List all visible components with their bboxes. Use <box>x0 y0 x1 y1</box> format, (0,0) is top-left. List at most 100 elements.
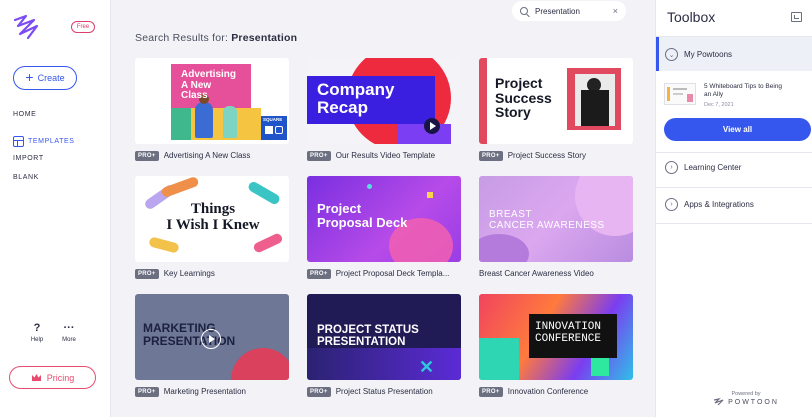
recent-powtoon-date: Dec 7, 2021 <box>704 101 734 108</box>
template-thumbnail[interactable]: Company Recap <box>307 58 461 144</box>
template-thumbnail[interactable]: Project Success Story <box>479 58 633 144</box>
powtoon-logo[interactable] <box>12 14 40 40</box>
thumb-text: I Wish I Knew <box>166 216 260 233</box>
apps-integrations-label: Apps & Integrations <box>684 200 754 209</box>
thumb-text: Class <box>181 90 208 101</box>
template-card[interactable]: Things I Wish I Knew PRO+ Key Learnings <box>135 176 289 279</box>
thumb-text: PRESENTATION <box>143 333 236 348</box>
template-thumbnail[interactable]: INNOVATION CONFERENCE <box>479 294 633 380</box>
template-title: Project Success Story <box>507 151 586 160</box>
template-title: Our Results Video Template <box>335 151 436 160</box>
templates-icon <box>13 136 24 147</box>
template-caption: Breast Cancer Awareness Video <box>479 268 633 279</box>
template-caption: PRO+ Marketing Presentation <box>135 386 289 397</box>
thumb-text: CANCER AWARENESS <box>489 219 605 231</box>
nav-home[interactable]: HOME <box>13 111 36 118</box>
template-caption: PRO+ Key Learnings <box>135 268 289 279</box>
pro-badge: PRO+ <box>307 268 331 279</box>
learning-center-label: Learning Center <box>684 163 742 172</box>
toolbox-panel: Toolbox ⌄ My Powtoons 5 Whiteboard Tips … <box>655 0 812 417</box>
template-caption: PRO+ Innovation Conference <box>479 386 633 397</box>
thumb-text: Story <box>495 104 531 121</box>
template-caption: PRO+ Our Results Video Template <box>307 150 461 161</box>
ellipsis-icon: ··· <box>63 322 75 334</box>
powered-by-label: Powered by <box>731 391 761 397</box>
learning-center-item[interactable]: › Learning Center <box>656 161 741 174</box>
results-heading: Search Results for: Presentation <box>135 32 297 44</box>
crown-icon <box>31 374 41 381</box>
divider <box>656 187 812 188</box>
pro-badge: PRO+ <box>135 386 159 397</box>
template-card[interactable]: Company Recap PRO+ Our Results Video Tem… <box>307 58 461 161</box>
pro-badge: PRO+ <box>135 268 159 279</box>
thumb-text: PROJECT STATUS <box>317 324 419 336</box>
thumb-text: Advertising <box>181 69 237 80</box>
template-card[interactable]: MARKETING PRESENTATION PRO+ Marketing Pr… <box>135 294 289 397</box>
thumb-text: Project <box>495 75 543 91</box>
pro-badge: PRO+ <box>135 150 159 161</box>
thumb-text: MARKETING <box>143 321 216 335</box>
search-input[interactable]: Presentation × <box>512 1 626 21</box>
powered-by-powtoon: Powered by POWTOON <box>706 391 786 406</box>
recent-powtoon-thumbnail[interactable] <box>664 83 696 105</box>
template-thumbnail[interactable]: Advertising A New Class SQUARE <box>135 58 289 144</box>
pro-badge: PRO+ <box>479 386 503 397</box>
template-caption: PRO+ Project Success Story <box>479 150 633 161</box>
main-content: Presentation × Search Results for: Prese… <box>111 0 655 417</box>
template-title: Marketing Presentation <box>163 387 246 396</box>
template-thumbnail[interactable]: Project Proposal Deck <box>307 176 461 262</box>
template-thumbnail[interactable]: ✕ PROJECT STATUS PRESENTATION <box>307 294 461 380</box>
search-value: Presentation <box>535 6 580 16</box>
create-label: Create <box>37 73 65 83</box>
thumb-text: INNOVATION <box>535 321 602 333</box>
nav-blank[interactable]: BLANK <box>13 174 39 181</box>
divider <box>656 152 812 153</box>
thumb-text: Recap <box>317 97 369 117</box>
divider <box>656 223 812 224</box>
template-thumbnail[interactable]: BREAST CANCER AWARENESS <box>479 176 633 262</box>
my-powtoons-header[interactable]: ⌄ My Powtoons <box>656 48 732 61</box>
thumb-text: Project <box>317 201 362 216</box>
pro-badge: PRO+ <box>307 386 331 397</box>
template-card[interactable]: Advertising A New Class SQUARE PRO+ Adve… <box>135 58 289 161</box>
view-all-button[interactable]: View all <box>664 118 811 141</box>
template-thumbnail[interactable]: MARKETING PRESENTATION <box>135 294 289 380</box>
template-card[interactable]: BREAST CANCER AWARENESS Breast Cancer Aw… <box>479 176 633 279</box>
pricing-button[interactable]: Pricing <box>9 366 96 389</box>
left-sidebar: Free + Create HOME TEMPLATES IMPORT BLAN… <box>0 0 111 417</box>
template-card[interactable]: Project Success Story PRO+ Project Succe… <box>479 58 633 161</box>
nav-import[interactable]: IMPORT <box>13 155 44 162</box>
template-caption: PRO+ Project Status Presentation <box>307 386 461 397</box>
free-plan-badge: Free <box>71 21 95 33</box>
thumb-text: Company <box>317 80 395 99</box>
template-title: Project Proposal Deck Templa... <box>335 269 450 278</box>
apps-integrations-item[interactable]: › Apps & Integrations <box>656 198 754 211</box>
chevron-down-icon: ⌄ <box>665 48 678 61</box>
nav-templates[interactable]: TEMPLATES <box>13 136 75 147</box>
template-title: Project Status Presentation <box>335 387 433 396</box>
more-label: More <box>62 337 76 343</box>
template-title: Innovation Conference <box>507 387 589 396</box>
play-icon[interactable] <box>424 118 440 134</box>
nav-blank-label: BLANK <box>13 174 39 181</box>
thumb-text: Things <box>190 201 236 217</box>
template-card[interactable]: ✕ PROJECT STATUS PRESENTATION PRO+ Proje… <box>307 294 461 397</box>
create-button[interactable]: + Create <box>13 66 77 90</box>
recent-powtoon[interactable]: 5 Whiteboard Tips to Being an Ally Dec 7… <box>664 83 784 108</box>
powtoon-mark-icon <box>713 398 724 406</box>
play-icon[interactable] <box>201 329 221 349</box>
nav-home-label: HOME <box>13 111 37 118</box>
results-prefix: Search Results for: <box>135 32 229 44</box>
powtoon-brand: POWTOON <box>728 398 779 406</box>
more-button[interactable]: ··· More <box>58 321 80 343</box>
collapse-panel-icon[interactable] <box>791 12 802 22</box>
help-button[interactable]: ? Help <box>28 321 46 343</box>
clear-search-icon[interactable]: × <box>613 6 618 16</box>
template-caption: PRO+ Advertising A New Class <box>135 150 289 161</box>
recent-powtoon-title: 5 Whiteboard Tips to Being an Ally <box>704 83 783 99</box>
template-thumbnail[interactable]: Things I Wish I Knew <box>135 176 289 262</box>
my-powtoons-label: My Powtoons <box>684 50 733 59</box>
results-query: Presentation <box>231 32 298 44</box>
template-card[interactable]: Project Proposal Deck PRO+ Project Propo… <box>307 176 461 279</box>
template-card[interactable]: INNOVATION CONFERENCE PRO+ Innovation Co… <box>479 294 633 397</box>
